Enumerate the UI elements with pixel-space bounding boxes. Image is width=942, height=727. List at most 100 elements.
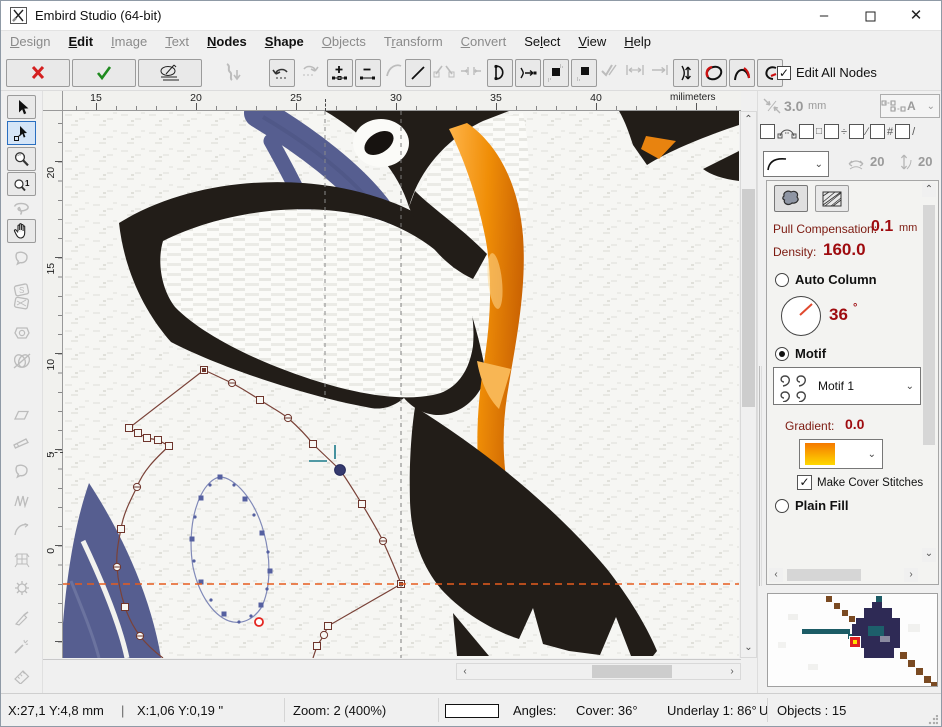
cross-node-checkbox[interactable] — [824, 124, 839, 139]
stitch-direction-button[interactable] — [515, 59, 541, 87]
checkbox-check-icon: ✓ — [777, 66, 791, 80]
panel-splitter[interactable] — [759, 366, 762, 586]
canvas-hscrollbar[interactable]: ‹ › — [456, 663, 741, 680]
slope-node-checkbox[interactable] — [849, 124, 864, 139]
menu-convert[interactable]: Convert — [452, 31, 516, 52]
gradient-value[interactable]: 0.0 — [845, 416, 864, 432]
chevron-down-icon: ⌄ — [868, 449, 882, 460]
smooth-node-button[interactable] — [571, 59, 597, 87]
angle-value[interactable]: 36 — [829, 305, 848, 325]
start-node[interactable] — [255, 618, 263, 626]
knife-tool-icon — [7, 607, 36, 631]
zoom-1to1-button[interactable]: 1 — [7, 172, 36, 196]
canvas-vscrollbar[interactable]: ⌃ ⌄ — [740, 111, 757, 658]
plain-fill-radio[interactable] — [775, 499, 789, 513]
line-segment-button[interactable] — [405, 59, 431, 87]
ruler-vertical: 20 15 10 5 0 — [43, 111, 63, 658]
vertical-fit-button[interactable] — [673, 59, 699, 87]
menu-edit[interactable]: Edit — [59, 31, 102, 52]
motif-combo[interactable]: Motif 1 ⌄ — [773, 367, 921, 405]
vscroll-thumb[interactable] — [742, 189, 755, 407]
arch-curve-button[interactable] — [729, 59, 755, 87]
node-type-combo[interactable]: A ⌄ — [880, 94, 940, 118]
scroll-left-icon[interactable]: ‹ — [457, 664, 473, 679]
title-bar[interactable]: Embird Studio (64-bit) – ✕ — [1, 1, 941, 31]
menu-shape[interactable]: Shape — [256, 31, 313, 52]
close-shape-button[interactable] — [487, 59, 513, 87]
scroll-right-icon[interactable]: › — [724, 664, 740, 679]
panel-hscroll-thumb[interactable] — [787, 569, 861, 581]
panel-scroll-down-icon[interactable]: ⌄ — [922, 548, 936, 562]
curve-type-combo[interactable]: ⌄ — [763, 151, 829, 177]
square-icon: □ — [816, 126, 822, 137]
svg-text:1: 1 — [25, 179, 30, 188]
density-value[interactable]: 160.0 — [823, 240, 866, 260]
select-tool-button[interactable] — [7, 95, 36, 119]
minimize-button[interactable]: – — [801, 1, 847, 31]
add-node-button[interactable] — [327, 59, 353, 87]
edit-all-nodes-checkbox[interactable]: ✓ Edit All Nodes — [777, 65, 877, 80]
arc-shape-icon — [7, 517, 36, 541]
pattern-fill-toggle[interactable] — [815, 185, 849, 212]
panel-vscroll-thumb[interactable] — [923, 205, 935, 445]
close-button[interactable]: ✕ — [893, 1, 939, 31]
maximize-button[interactable] — [847, 1, 893, 31]
pan-tool-button[interactable] — [7, 219, 36, 243]
menu-select[interactable]: Select — [515, 31, 569, 52]
zigzag-stitch-icon — [7, 488, 36, 512]
square-node-checkbox[interactable] — [799, 124, 814, 139]
menu-nodes[interactable]: Nodes — [198, 31, 256, 52]
ellipse-arc-button[interactable] — [701, 59, 727, 87]
svg-text:S: S — [19, 286, 24, 295]
scroll-down-icon[interactable]: ⌄ — [741, 641, 756, 657]
corner-node-button[interactable] — [543, 59, 569, 87]
view-tabs: NormalImageVectors3D3DFlat1:11:11:1SimD.… — [43, 659, 741, 683]
smooth-arc-checkbox[interactable] — [760, 124, 775, 139]
gear-shape-icon — [7, 576, 36, 600]
ruler-label: 15 — [90, 92, 102, 104]
auto-column-radio[interactable] — [775, 273, 789, 287]
angles-label: Angles: — [513, 703, 556, 718]
cancel-button[interactable] — [6, 59, 70, 87]
ruler-corner — [43, 91, 63, 111]
edit-all-nodes-label: Edit All Nodes — [796, 65, 877, 80]
design-canvas[interactable] — [63, 111, 739, 658]
make-cover-stitches-option[interactable]: ✓ Make Cover Stitches — [797, 475, 923, 490]
menu-transform[interactable]: Transform — [375, 31, 452, 52]
apply-button[interactable] — [72, 59, 136, 87]
arc-segment-icon — [385, 62, 403, 78]
menu-image[interactable]: Image — [102, 31, 156, 52]
menu-objects[interactable]: Objects — [313, 31, 375, 52]
edit-nodes-tool-button[interactable] — [7, 121, 36, 145]
resize-grip[interactable] — [928, 715, 938, 725]
generate-stitches-button[interactable] — [138, 59, 202, 87]
pull-compensation-value[interactable]: 0.1 — [871, 218, 893, 236]
status-bar: X:27,1 Y:4,8 mm | X:1,06 Y:0,19 " Zoom: … — [1, 693, 941, 727]
delete-node-button[interactable] — [355, 59, 381, 87]
menu-text[interactable]: Text — [156, 31, 198, 52]
lasso-select-icon — [7, 196, 36, 220]
menu-help[interactable]: Help — [615, 31, 660, 52]
app-icon — [10, 7, 27, 24]
angle-dial[interactable] — [781, 296, 821, 336]
redo-icon — [299, 62, 319, 78]
panel-scroll-right-icon[interactable]: › — [904, 568, 918, 582]
motif-fill-toggle[interactable] — [774, 185, 808, 212]
menu-view[interactable]: View — [569, 31, 615, 52]
zoom-tool-button[interactable] — [7, 147, 36, 171]
gradient-color-combo[interactable]: ⌄ — [799, 439, 883, 469]
panel-scroll-left-icon[interactable]: ‹ — [769, 568, 783, 582]
undo-button[interactable] — [269, 59, 295, 87]
slash-node-checkbox[interactable] — [895, 124, 910, 139]
hscroll-thumb[interactable] — [592, 665, 672, 678]
hash-node-checkbox[interactable] — [870, 124, 885, 139]
ruler-label: 30 — [390, 92, 402, 104]
stitch-length-unit: mm — [808, 100, 826, 112]
thread-color-swatch[interactable] — [445, 704, 499, 718]
measure-ruler-icon — [7, 664, 36, 688]
design-preview[interactable] — [767, 593, 938, 687]
panel-scroll-up-icon[interactable]: ⌃ — [922, 183, 936, 197]
scroll-up-icon[interactable]: ⌃ — [741, 112, 756, 128]
menu-design[interactable]: Design — [1, 31, 59, 52]
motif-radio[interactable] — [775, 347, 789, 361]
